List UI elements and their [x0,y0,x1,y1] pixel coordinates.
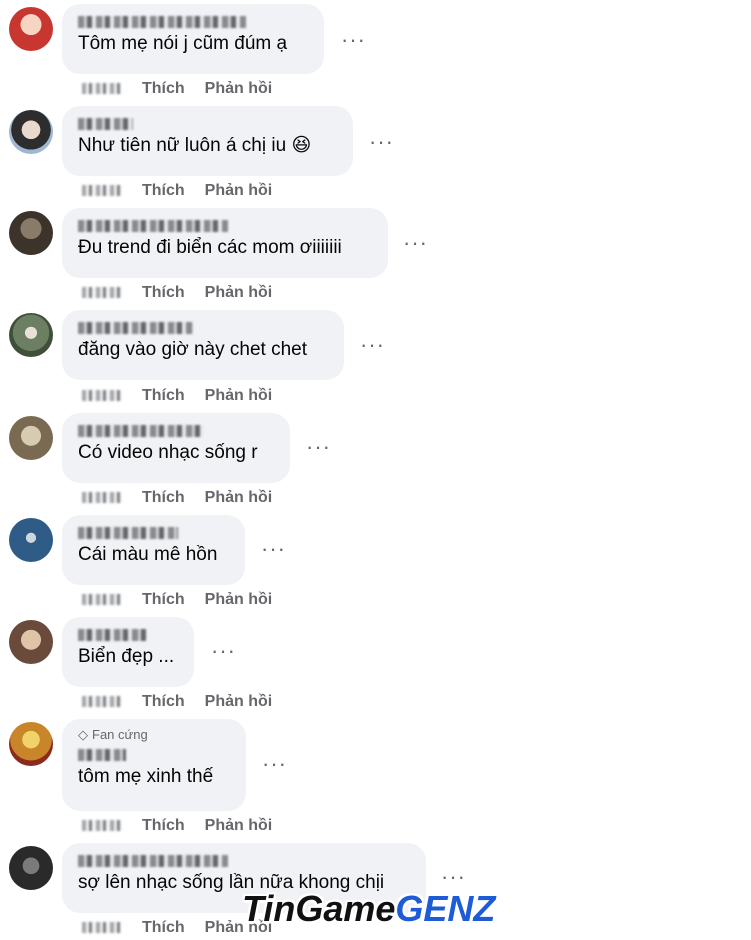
more-options-icon[interactable]: ··· [441,866,466,888]
like-button[interactable]: Thích [142,817,185,834]
like-button[interactable]: Thích [142,80,185,97]
more-options-icon[interactable]: ··· [369,131,394,153]
reply-button[interactable]: Phản hồi [205,387,273,404]
avatar[interactable] [9,518,53,562]
commenter-name[interactable] [78,16,246,28]
reply-button[interactable]: Phản hồi [205,80,273,97]
comment-actions: Thích Phản hồi [82,693,272,711]
timestamp[interactable] [82,922,122,934]
comment-bubble: Tôm mẹ nói j cũm đúm ạ [62,4,324,74]
timestamp[interactable] [82,185,122,197]
like-button[interactable]: Thích [142,693,185,710]
avatar[interactable] [9,846,53,890]
commenter-name[interactable] [78,527,178,539]
timestamp[interactable] [82,83,122,95]
watermark-logo: TinGameGENZ [242,888,496,929]
like-button[interactable]: Thích [142,489,185,506]
comment-actions: Thích Phản hồi [82,817,272,835]
comment-text: Như tiên nữ luôn á chị iu 😆 [78,135,312,156]
like-button[interactable]: Thích [142,387,185,404]
comment-text: đăng vào giờ này chet chet [78,339,308,360]
more-options-icon[interactable]: ··· [360,334,385,356]
avatar[interactable] [9,416,53,460]
comment-bubble: ◇ Fan cứng tôm mẹ xinh thế [62,719,246,811]
more-options-icon[interactable]: ··· [211,640,236,662]
avatar[interactable] [9,7,53,51]
commenter-name[interactable] [78,220,228,232]
top-fan-badge: ◇ Fan cứng [78,727,148,742]
comment-bubble: Biển đẹp ... [62,617,194,687]
comment-text: tôm mẹ xinh thế [78,766,214,787]
comment-actions: Thích Phản hồi [82,80,272,98]
comment-actions: Thích Phản hồi [82,591,272,609]
commenter-name[interactable] [78,118,133,130]
timestamp[interactable] [82,820,122,832]
more-options-icon[interactable]: ··· [262,753,287,775]
avatar[interactable] [9,110,53,154]
comment-text: Biển đẹp ... [78,646,175,667]
comment-bubble: Như tiên nữ luôn á chị iu 😆 [62,106,353,176]
timestamp[interactable] [82,390,122,402]
avatar[interactable] [9,313,53,357]
more-options-icon[interactable]: ··· [403,232,428,254]
reply-button[interactable]: Phản hồi [205,489,273,506]
timestamp[interactable] [82,594,122,606]
reply-button[interactable]: Phản hồi [205,284,273,301]
more-options-icon[interactable]: ··· [341,29,366,51]
reply-button[interactable]: Phản hồi [205,817,273,834]
like-button[interactable]: Thích [142,919,185,936]
comment-actions: Thích Phản hồi [82,387,272,405]
commenter-name[interactable] [78,425,203,437]
diamond-icon: ◇ [78,727,88,742]
commenter-name[interactable] [78,855,228,867]
comment-text: Cái màu mê hồn [78,544,218,565]
comment-text: Đu trend đi biển các mom ơiiiiiii [78,237,342,258]
more-options-icon[interactable]: ··· [306,436,331,458]
like-button[interactable]: Thích [142,284,185,301]
commenter-name[interactable] [78,322,193,334]
avatar[interactable] [9,620,53,664]
timestamp[interactable] [82,287,122,299]
comment-actions: Thích Phản hồi [82,284,272,302]
like-button[interactable]: Thích [142,591,185,608]
like-button[interactable]: Thích [142,182,185,199]
avatar[interactable] [9,211,53,255]
timestamp[interactable] [82,492,122,504]
commenter-name[interactable] [78,629,146,641]
reply-button[interactable]: Phản hồi [205,693,273,710]
more-options-icon[interactable]: ··· [261,538,286,560]
reply-button[interactable]: Phản hồi [205,591,273,608]
comment-bubble: Có video nhạc sống r [62,413,290,483]
comment-bubble: Đu trend đi biển các mom ơiiiiiii [62,208,388,278]
comment-bubble: đăng vào giờ này chet chet [62,310,344,380]
comment-text: Tôm mẹ nói j cũm đúm ạ [78,33,288,54]
comment-bubble: Cái màu mê hồn [62,515,245,585]
reply-button[interactable]: Phản hồi [205,182,273,199]
comment-actions: Thích Phản hồi [82,182,272,200]
comment-actions: Thích Phản hồi [82,489,272,507]
commenter-name[interactable] [78,749,126,761]
timestamp[interactable] [82,696,122,708]
avatar[interactable] [9,722,53,766]
comment-text: Có video nhạc sống r [78,442,258,463]
